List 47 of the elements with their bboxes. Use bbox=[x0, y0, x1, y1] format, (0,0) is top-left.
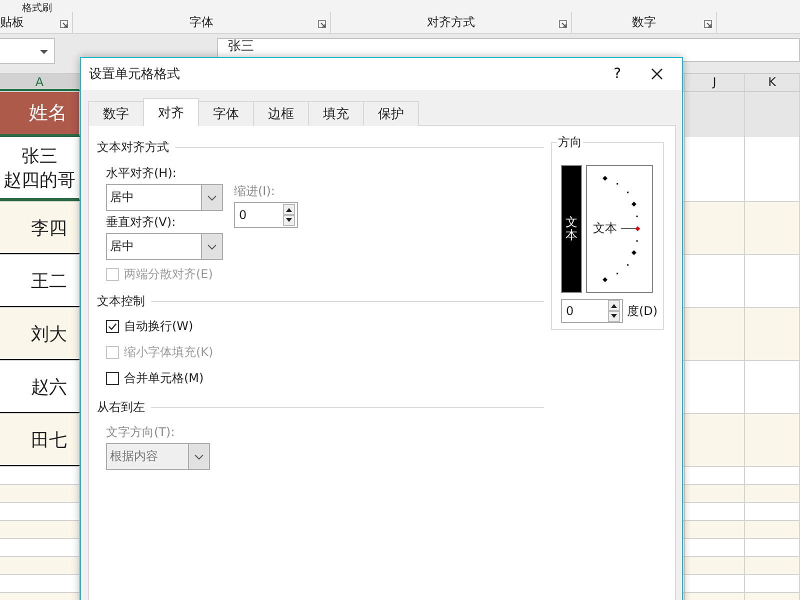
section-title: 从右到左 bbox=[97, 398, 145, 416]
vertical-align-dropdown[interactable]: 居中 bbox=[106, 233, 223, 260]
chevron-icon bbox=[207, 244, 217, 250]
dialog-title: 设置单元格格式 bbox=[89, 66, 181, 83]
degrees-spinbox[interactable]: 0 bbox=[561, 299, 623, 323]
field-label: 度(D) bbox=[627, 302, 658, 320]
dialog-launcher-icon[interactable] bbox=[60, 20, 68, 28]
caret-icon bbox=[39, 49, 49, 55]
column-header[interactable]: K bbox=[745, 74, 800, 91]
horizontal-align-dropdown[interactable]: 居中 bbox=[106, 184, 223, 211]
checkbox-option[interactable]: 合并单元格(M) bbox=[97, 366, 544, 390]
tab[interactable]: 填充 bbox=[308, 101, 364, 126]
checkbox[interactable] bbox=[106, 372, 119, 384]
table-header-cell: 姓名 bbox=[0, 92, 80, 137]
close-icon[interactable] bbox=[651, 68, 663, 80]
help-button[interactable]: ? bbox=[610, 66, 625, 82]
field-label: 缩进(I): bbox=[234, 184, 276, 198]
tab[interactable]: 边框 bbox=[253, 101, 309, 126]
tab[interactable]: 数字 bbox=[88, 101, 144, 126]
field-label: 水平对齐(H): bbox=[106, 166, 178, 180]
dialog-launcher-icon[interactable] bbox=[559, 20, 567, 28]
spin-arrows-icon[interactable] bbox=[283, 204, 295, 226]
indent-spinbox[interactable]: 0 bbox=[234, 202, 298, 228]
tab[interactable]: 保护 bbox=[363, 101, 419, 126]
group-label: 贴板 bbox=[0, 14, 24, 31]
field-label: 垂直对齐(V): bbox=[106, 215, 177, 229]
section-title: 文本控制 bbox=[97, 292, 145, 310]
chevron-icon bbox=[207, 194, 217, 200]
dialog-launcher-icon[interactable] bbox=[704, 20, 712, 28]
format-painter-button[interactable]: 格式刷 bbox=[22, 3, 52, 15]
vertical-text-button[interactable]: 文本 bbox=[561, 165, 582, 293]
dialog-launcher-icon[interactable] bbox=[318, 20, 326, 28]
orientation-dial[interactable]: 文本 bbox=[586, 165, 653, 293]
column-header[interactable]: A bbox=[0, 74, 80, 91]
group-label: 对齐方式 bbox=[427, 14, 475, 31]
spin-arrows-icon[interactable] bbox=[608, 300, 620, 322]
checkbox[interactable] bbox=[106, 320, 119, 332]
field-label: 文字方向(T): bbox=[105, 425, 176, 439]
checkbox-option[interactable]: 自动换行(W) bbox=[97, 314, 544, 338]
tab[interactable]: 字体 bbox=[198, 101, 254, 126]
column-header[interactable]: J bbox=[685, 74, 745, 91]
group-label: 字体 bbox=[190, 14, 214, 31]
chevron-icon bbox=[194, 454, 204, 460]
dial-text: 文本 bbox=[593, 221, 617, 235]
tab[interactable]: 对齐 bbox=[143, 98, 199, 126]
group-label: 数字 bbox=[632, 14, 656, 31]
section-title: 文本对齐方式 bbox=[97, 138, 169, 156]
